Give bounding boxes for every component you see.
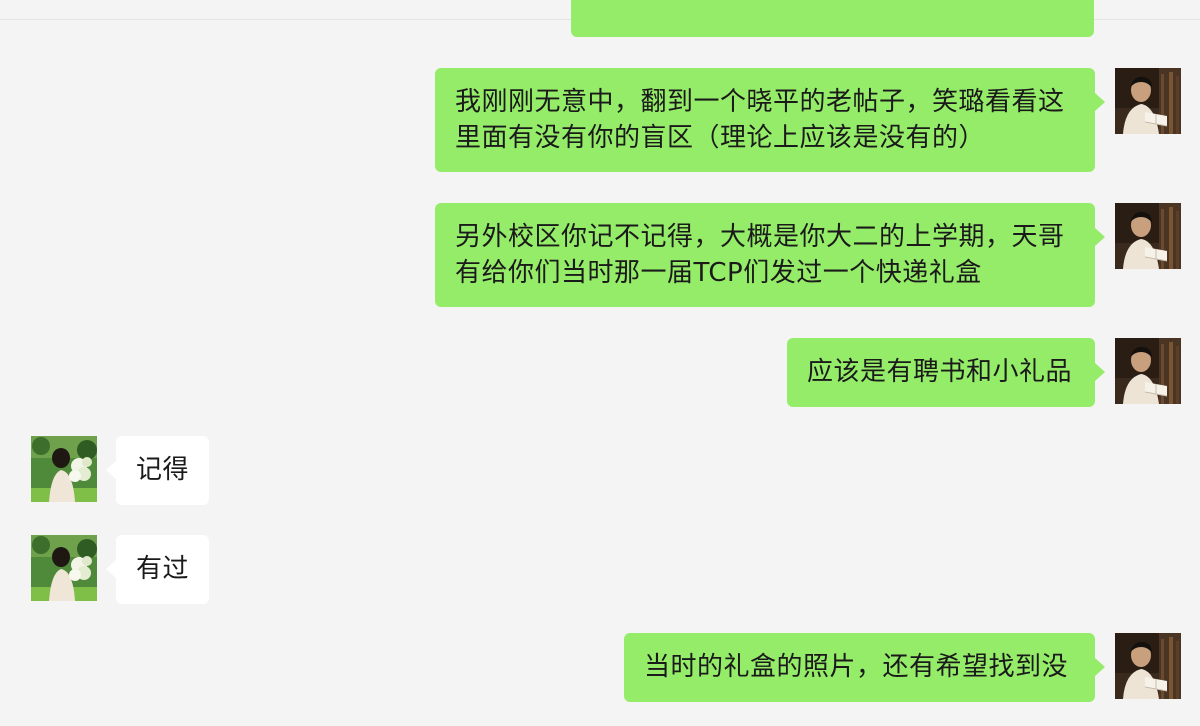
sent-message-bubble[interactable]: 另外校区你记不记得，大概是你大二的上学期，天哥 有给你们当时那一届TCP们发过一…: [435, 203, 1105, 307]
message-text: 有给你们当时那一届TCP们发过一个快递礼盒: [455, 258, 982, 288]
message-text: 我刚刚无意中，翻到一个晓平的老帖子，笑璐看看这: [455, 87, 1065, 117]
received-message-bubble[interactable]: 有过: [106, 535, 209, 604]
girl-with-flowers-avatar-icon[interactable]: [31, 436, 97, 502]
sent-message-bubble[interactable]: 我刚刚无意中，翻到一个晓平的老帖子，笑璐看看这 里面有没有你的盲区（理论上应该是…: [435, 68, 1105, 172]
message-text: 应该是有聘书和小礼品: [807, 357, 1073, 387]
sent-message-bubble[interactable]: 当时的礼盒的照片，还有希望找到没: [624, 633, 1105, 702]
message-text: 当时的礼盒的照片，还有希望找到没: [644, 652, 1069, 682]
girl-with-flowers-avatar-icon[interactable]: [31, 535, 97, 601]
man-reading-book-avatar-icon[interactable]: [1115, 633, 1181, 699]
received-message-bubble[interactable]: 记得: [106, 436, 209, 505]
message-text: 有过: [136, 554, 190, 584]
previous-message-bubble[interactable]: [571, 0, 1094, 37]
man-reading-book-avatar-icon[interactable]: [1115, 203, 1181, 269]
chat-message-area[interactable]: 我刚刚无意中，翻到一个晓平的老帖子，笑璐看看这 里面有没有你的盲区（理论上应该是…: [0, 0, 1200, 726]
sent-message-bubble[interactable]: 应该是有聘书和小礼品: [787, 338, 1105, 407]
message-text: 另外校区你记不记得，大概是你大二的上学期，天哥: [455, 222, 1065, 252]
man-reading-book-avatar-icon[interactable]: [1115, 68, 1181, 134]
message-text: 记得: [136, 455, 190, 485]
message-text: 里面有没有你的盲区（理论上应该是没有的）: [455, 123, 986, 153]
man-reading-book-avatar-icon[interactable]: [1115, 338, 1181, 404]
